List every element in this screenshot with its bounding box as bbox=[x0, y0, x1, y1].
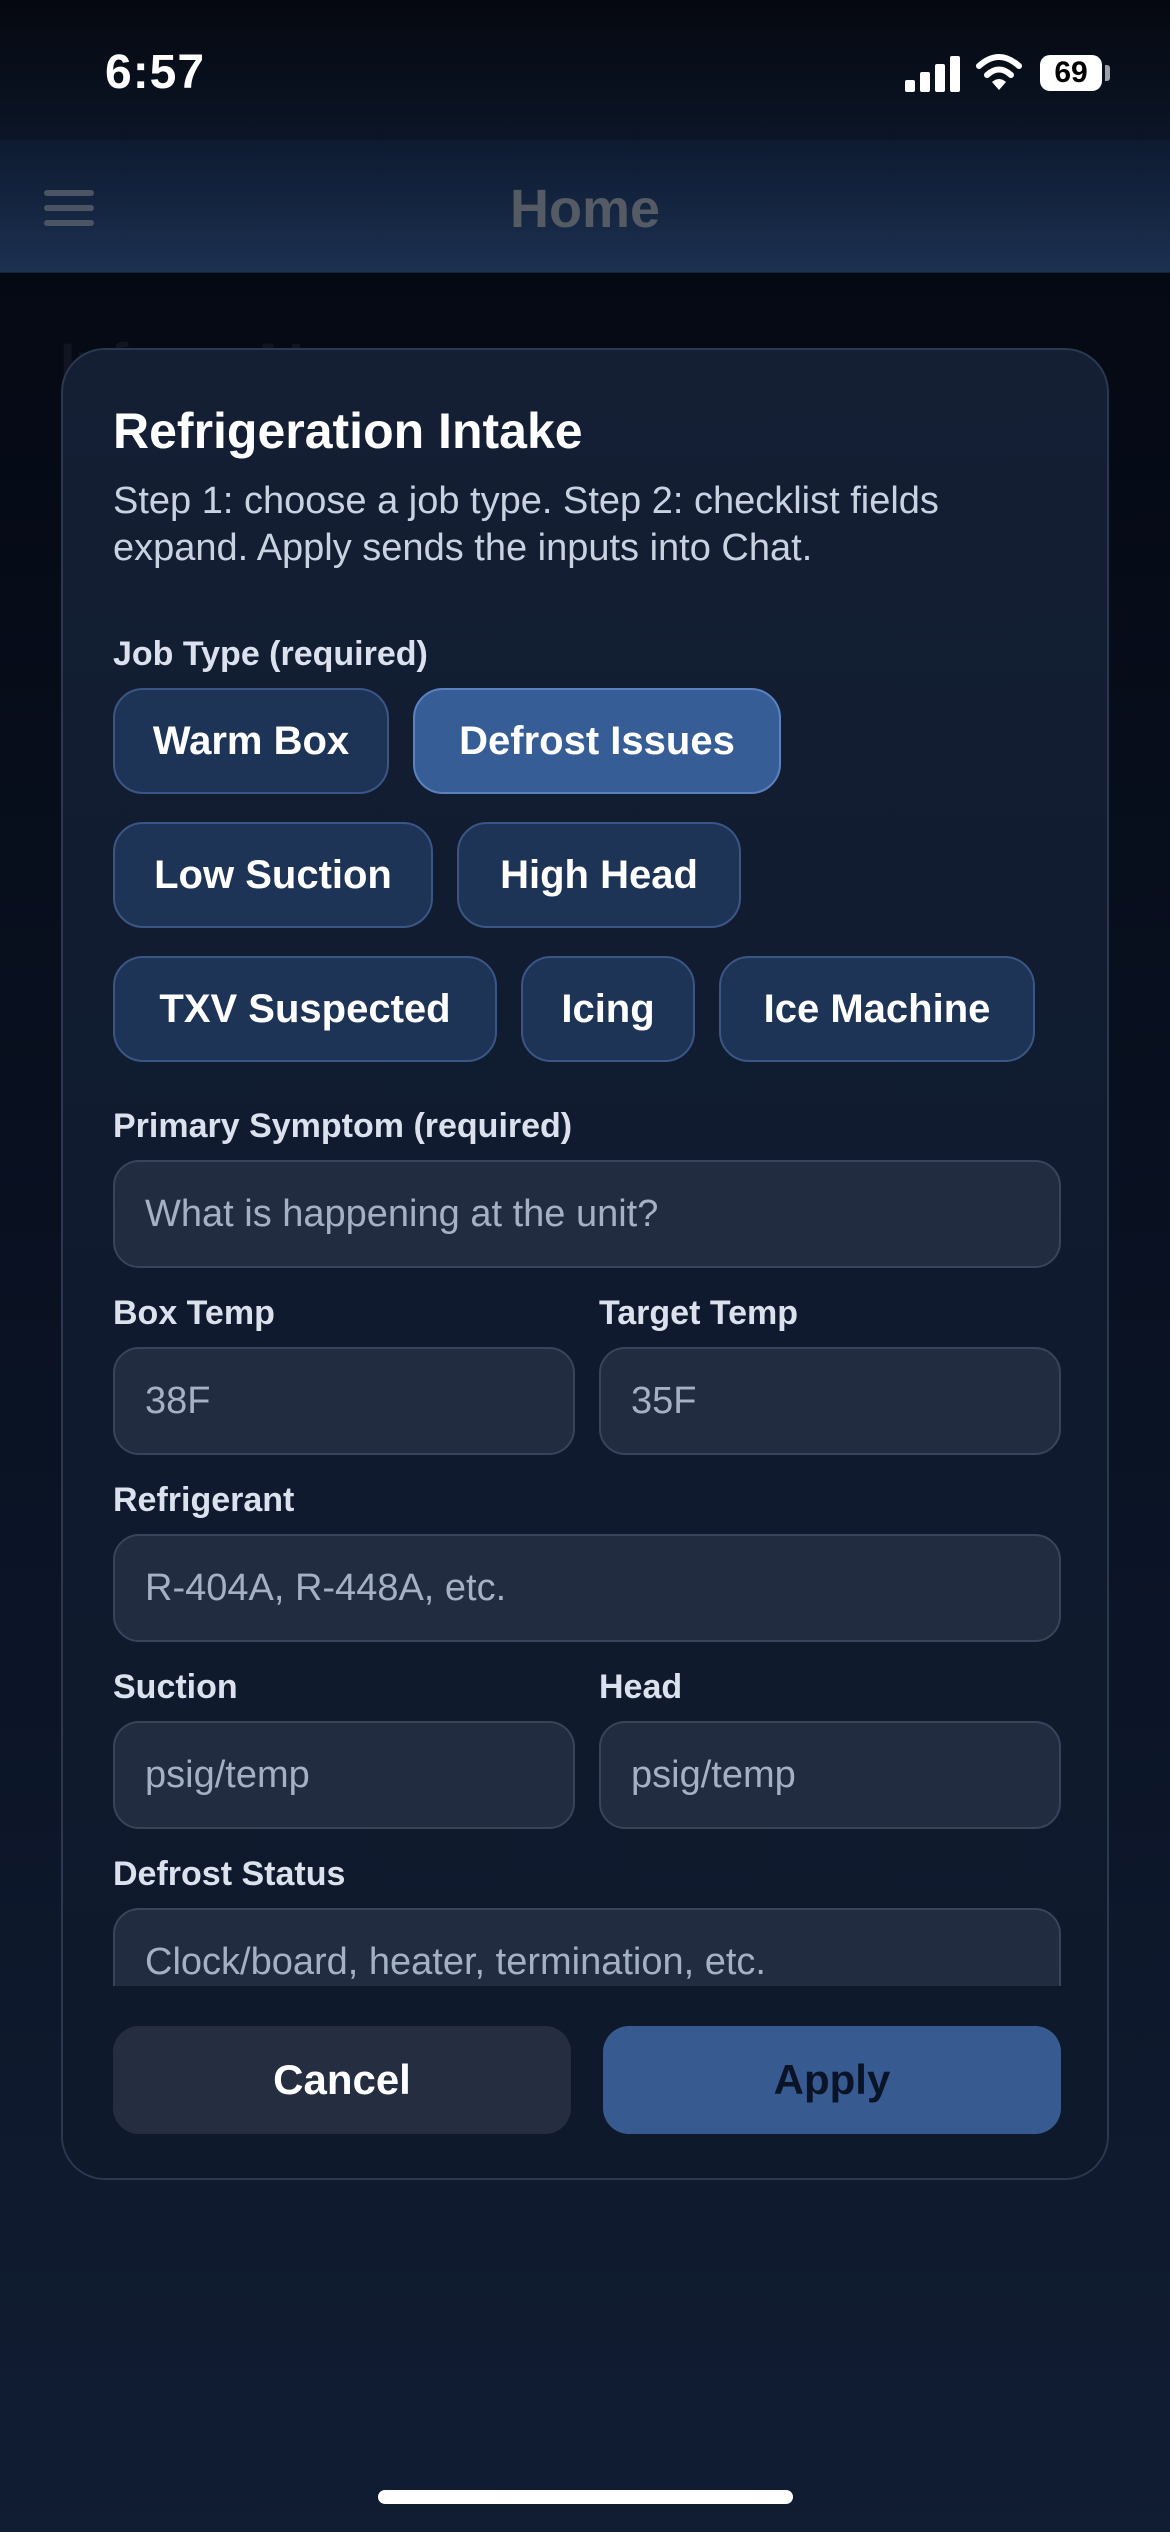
status-bar: 6:57 69 bbox=[0, 0, 1170, 140]
box-temp-label: Box Temp bbox=[113, 1294, 275, 1332]
job-type-chip-txv-suspected[interactable]: TXV Suspected bbox=[113, 956, 497, 1062]
job-type-label: Job Type (required) bbox=[113, 635, 428, 673]
primary-symptom-label: Primary Symptom (required) bbox=[113, 1107, 573, 1145]
refrigerant-label: Refrigerant bbox=[113, 1481, 295, 1519]
target-temp-label: Target Temp bbox=[599, 1294, 798, 1332]
battery-tip bbox=[1105, 65, 1110, 81]
primary-symptom-input[interactable]: What is happening at the unit? bbox=[113, 1160, 1061, 1268]
page-title: Home bbox=[509, 179, 661, 239]
apply-button[interactable]: Apply bbox=[603, 2026, 1061, 2134]
job-type-chip-low-suction[interactable]: Low Suction bbox=[113, 822, 433, 928]
refrigeration-intake-modal: Refrigeration Intake Step 1: choose a jo… bbox=[61, 348, 1109, 2180]
status-time: 6:57 bbox=[105, 46, 206, 99]
target-temp-input[interactable]: 35F bbox=[599, 1347, 1061, 1455]
app-header: Home bbox=[0, 140, 1170, 273]
job-type-chip-high-head[interactable]: High Head bbox=[457, 822, 741, 928]
refrigerant-input[interactable]: R-404A, R-448A, etc. bbox=[113, 1534, 1061, 1642]
suction-label: Suction bbox=[113, 1668, 238, 1706]
head-input[interactable]: psig/temp bbox=[599, 1721, 1061, 1829]
job-type-chip-warm-box[interactable]: Warm Box bbox=[113, 688, 389, 794]
job-type-chip-defrost-issues[interactable]: Defrost Issues bbox=[413, 688, 781, 794]
cellular-signal-icon bbox=[905, 56, 961, 92]
suction-input[interactable]: psig/temp bbox=[113, 1721, 575, 1829]
defrost-status-label: Defrost Status bbox=[113, 1855, 346, 1893]
job-type-chip-icing[interactable]: Icing bbox=[521, 956, 695, 1062]
cancel-button[interactable]: Cancel bbox=[113, 2026, 571, 2134]
head-label: Head bbox=[599, 1668, 683, 1706]
job-type-chip-ice-machine[interactable]: Ice Machine bbox=[719, 956, 1035, 1062]
home-indicator[interactable] bbox=[378, 2490, 793, 2504]
modal-title: Refrigeration Intake bbox=[113, 403, 583, 459]
battery-icon: 69 bbox=[1040, 55, 1102, 91]
wifi-icon bbox=[976, 54, 1022, 90]
box-temp-input[interactable]: 38F bbox=[113, 1347, 575, 1455]
battery-level: 69 bbox=[1054, 56, 1088, 89]
modal-description: Step 1: choose a job type. Step 2: check… bbox=[113, 480, 939, 569]
